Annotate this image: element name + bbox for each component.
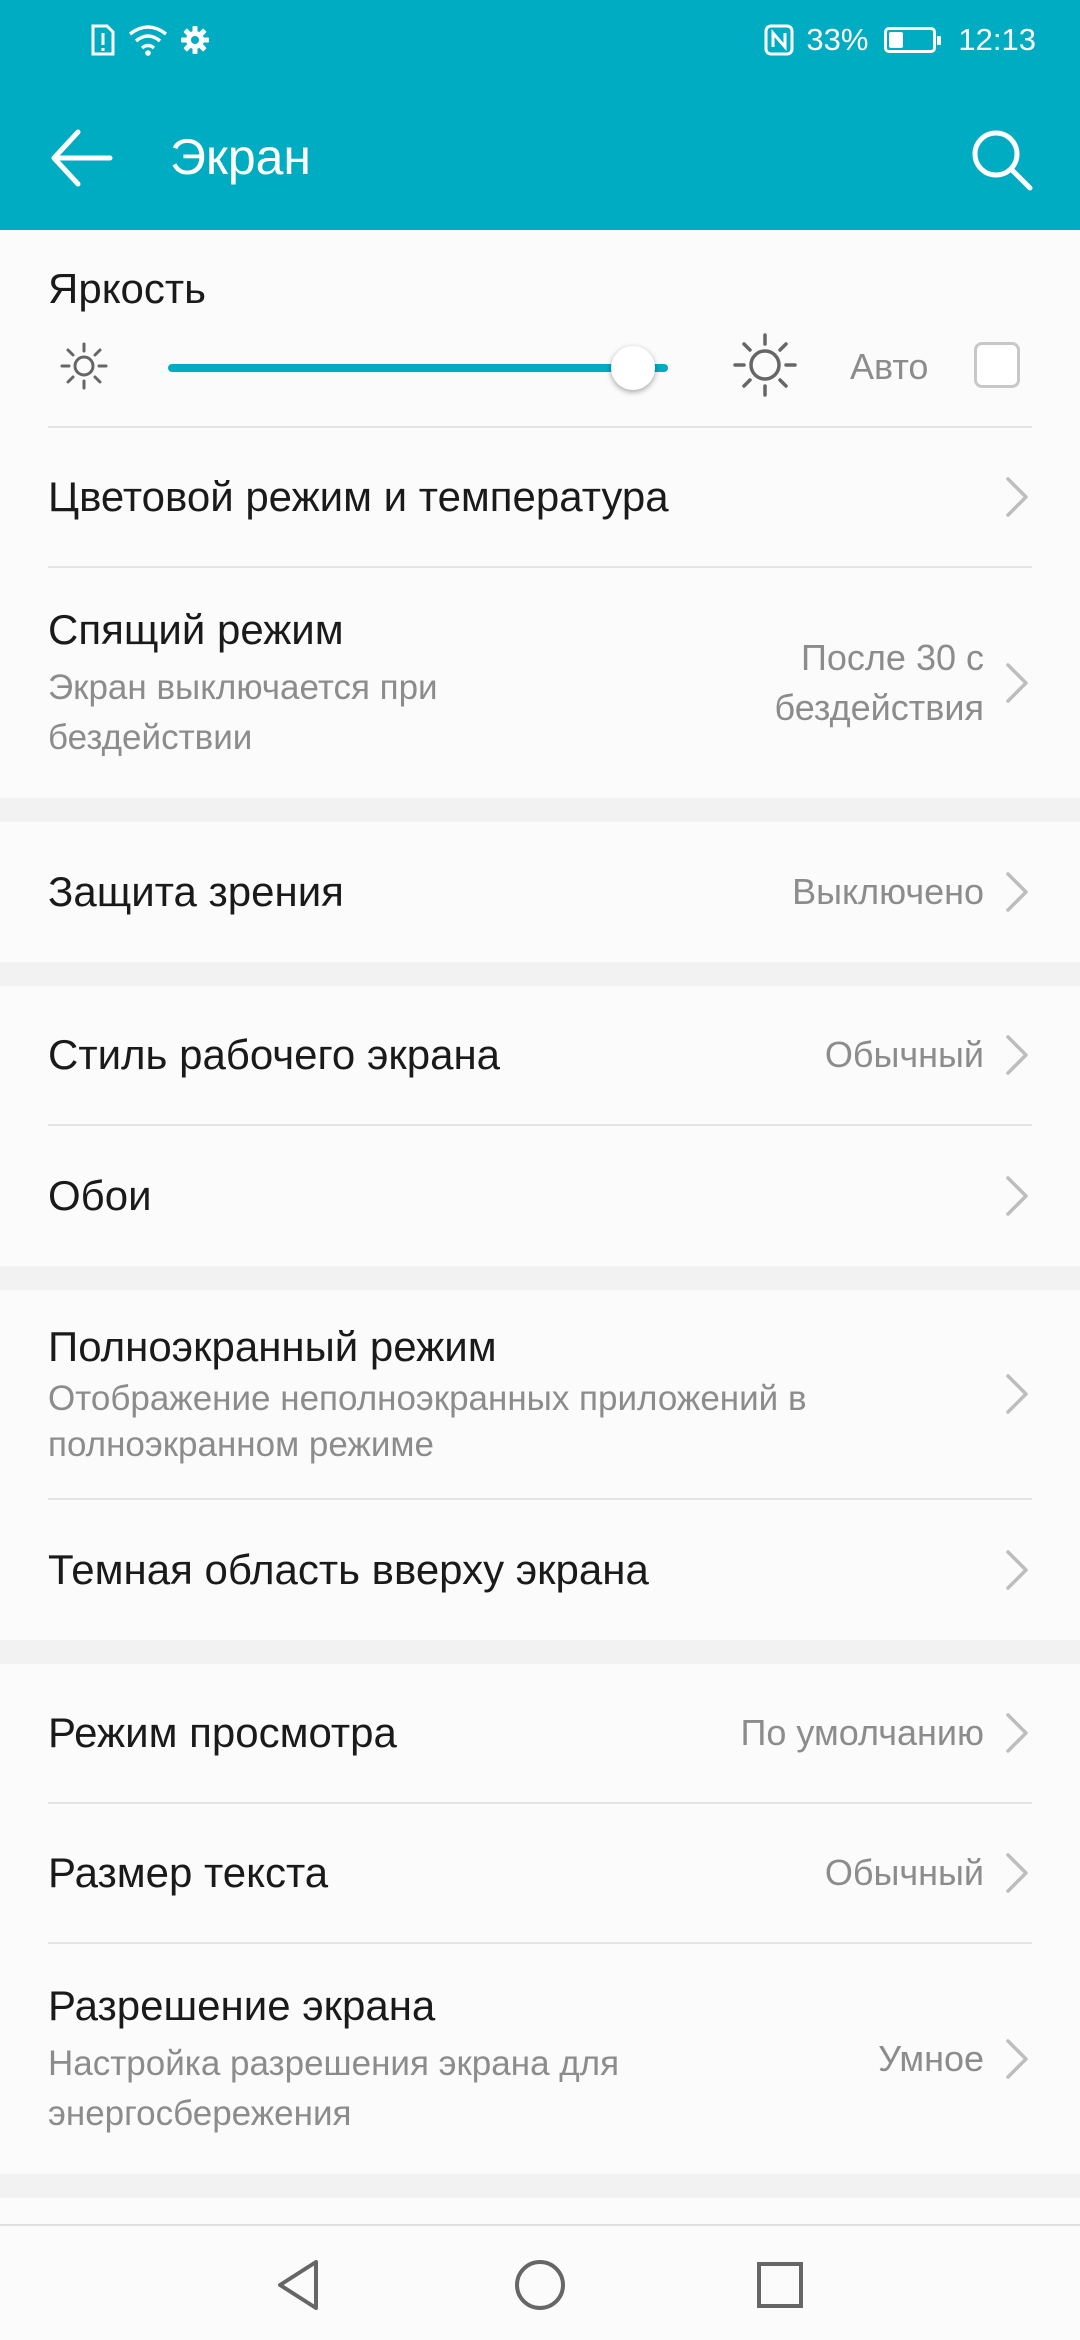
row-text: Полноэкранный режим Отображение неполноэ…	[48, 1320, 1002, 1468]
status-bar: 33% 12:13	[0, 0, 1080, 88]
settings-card-home: Стиль рабочего экрана Обычный Обои	[0, 986, 1080, 1266]
recents-square-icon[interactable]	[745, 2250, 815, 2320]
row-title: Разрешение экрана	[48, 1982, 436, 2029]
chevron-right-icon	[1006, 1176, 1028, 1216]
row-value: Выключено	[792, 871, 984, 912]
system-nav-bar	[0, 2224, 1080, 2340]
row-text: Обои	[48, 1169, 1002, 1223]
auto-brightness-label: Авто	[850, 346, 929, 387]
settings-card-display: Яркость Авто Цветовой режим и температур…	[0, 230, 1080, 798]
row-text: Размер текста	[48, 1846, 825, 1900]
settings-row-view-mode[interactable]: Режим просмотра По умолчанию	[48, 1664, 1032, 1804]
settings-card-fullscreen: Полноэкранный режим Отображение неполноэ…	[0, 1290, 1080, 1640]
brightness-slider-track[interactable]	[168, 364, 668, 372]
app-bar: Экран	[0, 88, 1080, 230]
chevron-right-icon	[1006, 1713, 1028, 1753]
row-title: Обои	[48, 1172, 152, 1219]
settings-row-home-style[interactable]: Стиль рабочего экрана Обычный	[48, 986, 1032, 1126]
settings-card-view: Режим просмотра По умолчанию Размер текс…	[0, 1664, 1080, 2174]
settings-row-sleep[interactable]: Спящий режим Экран выключается при безде…	[48, 568, 1032, 798]
row-text: Режим просмотра	[48, 1706, 741, 1760]
search-button[interactable]	[966, 124, 1036, 194]
row-text: Спящий режим Экран выключается при безде…	[48, 603, 568, 763]
brightness-controls: Авто	[0, 316, 1080, 426]
battery-percent: 33%	[806, 22, 869, 57]
brightness-block: Яркость Авто	[0, 230, 1080, 426]
wifi-icon	[128, 25, 168, 56]
auto-brightness-checkbox[interactable]	[974, 342, 1020, 388]
row-text: Стиль рабочего экрана	[48, 1028, 825, 1082]
search-icon	[972, 130, 1033, 191]
row-value: По умолчанию	[740, 1712, 984, 1753]
row-subtitle: Отображение неполноэкранных приложений в…	[48, 1379, 807, 1464]
sun-small-icon	[60, 342, 108, 390]
row-text: Разрешение экрана Настройка разрешения э…	[48, 1979, 668, 2139]
home-circle-icon[interactable]	[505, 2250, 575, 2320]
back-triangle-icon[interactable]	[264, 2250, 334, 2320]
settings-row-wallpaper[interactable]: Обои	[48, 1126, 1032, 1266]
settings-card-eye: Защита зрения Выключено	[0, 822, 1080, 962]
row-subtitle: Экран выключается при бездействии	[48, 668, 438, 757]
row-title: Режим просмотра	[48, 1709, 397, 1756]
row-value: Умное	[878, 2038, 984, 2079]
row-value: Обычный	[824, 1034, 984, 1075]
settings-row-color-mode[interactable]: Цветовой режим и температура	[48, 428, 1032, 568]
row-title: Спящий режим	[48, 606, 344, 653]
chevron-right-icon	[1006, 663, 1028, 703]
section-gap	[0, 962, 1080, 986]
row-subtitle: Настройка разрешения экрана для энергосб…	[48, 2044, 620, 2133]
settings-row-eye-comfort[interactable]: Защита зрения Выключено	[48, 822, 1032, 962]
arrow-left-icon	[51, 129, 113, 187]
nfc-icon	[764, 24, 794, 56]
gear-icon	[181, 26, 209, 54]
row-value: После 30 с бездействия	[774, 637, 984, 728]
chevron-right-icon	[1006, 2039, 1028, 2079]
row-title: Стиль рабочего экрана	[48, 1031, 501, 1078]
section-gap	[0, 1640, 1080, 1664]
settings-row-text-size[interactable]: Размер текста Обычный	[48, 1804, 1032, 1944]
status-left-icons	[90, 24, 210, 56]
chevron-right-icon	[1006, 1374, 1028, 1414]
row-title: Темная область вверху экрана	[48, 1546, 649, 1593]
row-value: Обычный	[824, 1852, 984, 1893]
status-time: 12:13	[958, 22, 1036, 57]
row-text: Цветовой режим и температура	[48, 470, 1002, 524]
chevron-right-icon	[1006, 1035, 1028, 1075]
back-button[interactable]	[48, 126, 118, 190]
row-title: Защита зрения	[48, 868, 344, 915]
settings-content: Яркость Авто Цветовой режим и температур…	[0, 230, 1080, 2258]
brightness-slider-thumb[interactable]	[611, 346, 655, 390]
section-gap	[0, 1266, 1080, 1290]
chevron-right-icon	[1006, 1550, 1028, 1590]
settings-row-resolution[interactable]: Разрешение экрана Настройка разрешения э…	[48, 1944, 1032, 2174]
sim-alert-icon	[91, 24, 115, 56]
section-gap	[0, 2174, 1080, 2198]
chevron-right-icon	[1006, 872, 1028, 912]
status-right-icons: 33% 12:13	[764, 22, 1036, 58]
section-gap	[0, 798, 1080, 822]
row-title: Размер текста	[48, 1849, 329, 1896]
brightness-title: Яркость	[48, 265, 207, 312]
row-text: Защита зрения	[48, 865, 792, 919]
page-title: Экран	[170, 129, 312, 185]
chevron-right-icon	[1006, 477, 1028, 517]
battery-icon	[884, 27, 942, 53]
battery-fill	[889, 32, 904, 48]
chevron-right-icon	[1006, 1853, 1028, 1893]
row-title: Полноэкранный режим	[48, 1323, 497, 1370]
settings-row-fullscreen[interactable]: Полноэкранный режим Отображение неполноэ…	[48, 1290, 1032, 1500]
row-title: Цветовой режим и температура	[48, 473, 669, 520]
row-text: Темная область вверху экрана	[48, 1543, 1002, 1597]
settings-row-notch[interactable]: Темная область вверху экрана	[48, 1500, 1032, 1640]
sun-large-icon	[733, 333, 797, 397]
